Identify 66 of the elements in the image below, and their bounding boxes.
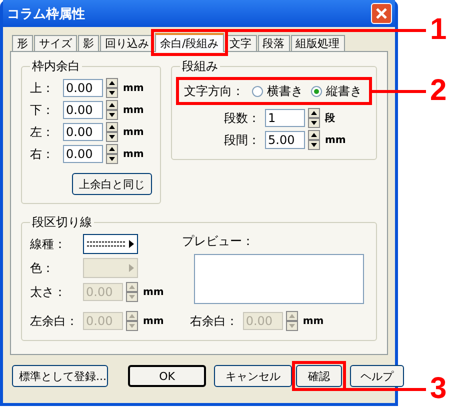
callout-number: 3 <box>430 374 447 404</box>
callout-number: 2 <box>430 76 447 106</box>
arrow-icon <box>129 264 134 272</box>
spinner-icon[interactable] <box>106 144 118 164</box>
number-field[interactable]: 5.00 <box>265 131 305 149</box>
highlight-frame <box>292 361 346 391</box>
tab[interactable]: 形 <box>12 35 33 51</box>
spinner-icon[interactable] <box>106 78 118 98</box>
same-as-top-button[interactable]: 上余白と同じ <box>72 173 152 195</box>
spinner-icon[interactable] <box>308 130 320 150</box>
field-label: 段間： <box>224 132 261 148</box>
field-label: 右余白： <box>190 312 239 330</box>
radio-label: 横書き <box>267 82 303 100</box>
unit-label: mm <box>123 126 144 138</box>
number-field[interactable]: 1 <box>265 109 305 127</box>
preview-label: プレビュー： <box>182 233 255 250</box>
unit-label: mm <box>123 82 144 94</box>
radio-button[interactable] <box>311 86 322 96</box>
field-label: 左： <box>30 124 55 140</box>
spinner-icon[interactable] <box>308 108 320 128</box>
spinner-icon[interactable] <box>106 100 118 120</box>
unit-label: mm <box>123 148 144 160</box>
tab[interactable]: 回り込み <box>100 35 154 51</box>
field-label: 段数： <box>224 110 261 126</box>
dialog-button[interactable]: 標準として登録... <box>12 365 108 387</box>
number-field[interactable]: 0.00 <box>63 123 103 141</box>
callout-number: 1 <box>430 15 447 45</box>
tab[interactable]: 影 <box>78 35 99 51</box>
dialog-button[interactable]: 確認 <box>296 365 342 387</box>
field-label: 右： <box>30 146 55 162</box>
radio-label: 縦書き <box>326 82 362 100</box>
arrow-icon <box>129 240 134 248</box>
field-label: 下： <box>30 102 55 118</box>
number-field[interactable]: 0.00 <box>63 79 103 97</box>
group-title: 段組み <box>181 58 219 75</box>
field-label: 太さ： <box>30 284 67 300</box>
unit-label: mm <box>143 316 164 326</box>
radio-button[interactable] <box>252 86 263 96</box>
unit-label: mm <box>325 134 346 146</box>
tab[interactable]: 組版処理 <box>290 35 345 51</box>
window-title: コラム枠属性 <box>7 6 85 22</box>
dialog-button[interactable]: キャンセル <box>214 365 292 387</box>
unit-label: mm <box>143 286 164 298</box>
field-label: 線種： <box>30 236 67 252</box>
dialog-button[interactable]: OK <box>128 365 206 387</box>
group-title: 段区切り線 <box>31 214 93 231</box>
unit-label: mm <box>302 316 324 326</box>
dropdown-button[interactable] <box>83 234 138 254</box>
field-label: 左余白： <box>30 312 79 330</box>
close-button[interactable] <box>371 3 392 24</box>
dialog-button[interactable]: ヘルプ <box>350 365 404 387</box>
tab[interactable]: 段落 <box>258 35 290 51</box>
group-title: 枠内余白 <box>31 58 81 75</box>
dotted-line-icon <box>87 241 125 247</box>
tab[interactable]: 余白/段組み <box>155 33 224 52</box>
unit-label: mm <box>123 104 144 116</box>
close-icon <box>375 7 388 20</box>
number-field[interactable]: 0.00 <box>63 101 103 119</box>
leader-line <box>372 90 426 93</box>
unit-label: 段 <box>325 112 335 125</box>
number-field[interactable]: 0.00 <box>63 145 103 163</box>
tab[interactable]: サイズ <box>34 35 77 51</box>
spinner-icon[interactable] <box>106 122 118 142</box>
field-label: 上： <box>30 80 55 96</box>
field-label: 文字方向： <box>184 82 244 100</box>
field-label: 色： <box>30 260 55 276</box>
